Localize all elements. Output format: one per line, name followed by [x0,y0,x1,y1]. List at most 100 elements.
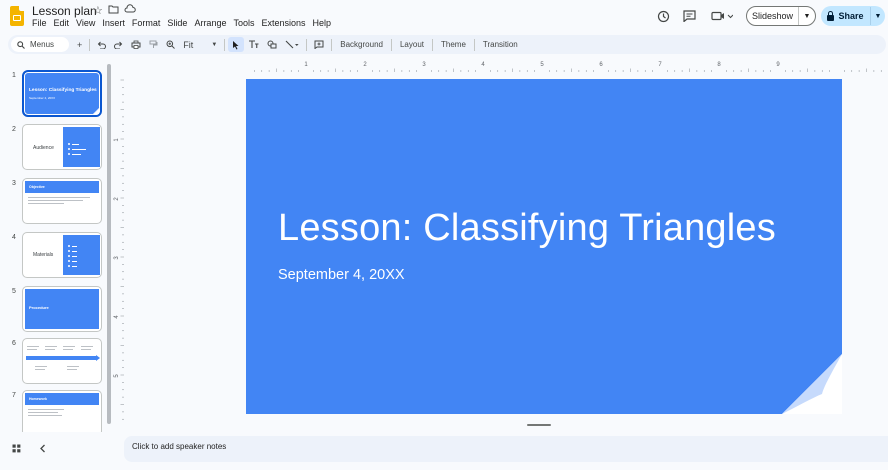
search-menus-button[interactable]: Menus [11,37,69,52]
toolbar: Menus + Fit ▼ Background Layout Theme Tr… [8,35,886,54]
zoom-select[interactable]: Fit ▼ [179,35,221,54]
arrow-icon [96,355,100,361]
ruler-label: 4 [481,62,485,68]
star-icon[interactable]: ☆ [93,4,103,17]
thumb-title: Materials [33,252,54,258]
chevron-down-icon[interactable]: ▼ [799,13,815,20]
ruler-label: 4 [114,315,120,319]
ruler-label: 3 [114,256,120,260]
print-icon[interactable] [127,35,145,54]
cloud-status-icon[interactable] [124,4,136,17]
menu-insert[interactable]: Insert [102,18,125,28]
thumb-panel: Procedure [25,289,99,329]
move-folder-icon[interactable] [108,4,119,17]
separator [89,38,91,51]
slide-thumbnail-5[interactable]: Procedure [22,286,102,332]
separator [224,38,226,51]
slide-canvas[interactable]: Lesson: Classifying Triangles September … [246,79,842,414]
menu-view[interactable]: View [76,18,95,28]
lock-icon [827,10,835,21]
ruler-label: 8 [717,62,721,68]
transition-button[interactable]: Transition [478,35,523,54]
slide-filmstrip: 1 Lesson: Classifying Triangles Septembe… [0,62,112,432]
slides-logo-icon[interactable] [10,6,24,26]
select-tool-icon[interactable] [228,37,245,52]
background-button[interactable]: Background [335,35,388,54]
notes-resize-handle[interactable] [527,424,551,426]
add-comment-icon[interactable] [310,35,328,54]
menu-extensions[interactable]: Extensions [261,18,305,28]
share-button[interactable]: Share ▼ [821,6,885,26]
menu-format[interactable]: Format [132,18,161,28]
ruler-label: 5 [540,62,544,68]
separator [473,38,475,51]
thumb-title: Procedure [29,305,49,310]
vertical-ruler: 1 2 3 4 5 [114,79,124,420]
menu-tools[interactable]: Tools [233,18,254,28]
slide-number: 1 [12,72,16,79]
grid-view-icon[interactable] [12,444,21,456]
slide-number: 7 [12,392,16,399]
menu-edit[interactable]: Edit [54,18,70,28]
menu-file[interactable]: File [32,18,47,28]
thumb-panel [63,127,100,167]
shape-icon[interactable] [263,35,281,54]
thumb-subtitle: September 4, 20XX [29,96,56,100]
ruler-label: 5 [114,374,120,378]
thumb-title: Audience [33,145,54,151]
separator [306,38,308,51]
slide-number: 5 [12,288,16,295]
slide-subtitle[interactable]: September 4, 20XX [278,267,405,283]
filmstrip-scrollbar[interactable] [107,64,111,424]
slideshow-button[interactable]: Slideshow ▼ [746,6,816,26]
search-icon [17,40,25,49]
slide-number: 2 [12,126,16,133]
chevron-down-icon[interactable]: ▼ [871,13,885,20]
comments-icon[interactable] [680,8,698,24]
slide-number: 3 [12,180,16,187]
new-slide-icon[interactable]: + [73,35,86,54]
menu-arrange[interactable]: Arrange [194,18,226,28]
document-title[interactable]: Lesson plan [32,4,97,18]
ruler-label: 6 [599,62,603,68]
paint-format-icon[interactable] [145,35,162,54]
thumb-title: Lesson: Classifying Triangles [29,88,97,93]
thumb-title: Homework [29,397,47,401]
redo-icon[interactable] [110,35,127,54]
separator [331,38,333,51]
undo-icon[interactable] [93,35,110,54]
slide-title[interactable]: Lesson: Classifying Triangles [278,207,776,250]
line-icon[interactable] [281,35,303,54]
menu-slide[interactable]: Slide [167,18,187,28]
thumb-header: Objective [25,181,99,193]
title-bar: Lesson plan ☆ File Edit View Insert Form… [0,0,888,34]
slide-thumbnail-7[interactable]: Homework [22,390,102,432]
meet-icon[interactable] [709,8,735,24]
thumb-panel [63,235,100,275]
slide-thumbnail-6[interactable] [22,338,102,384]
layout-button[interactable]: Layout [395,35,429,54]
slide-thumbnail-4[interactable]: Materials [22,232,102,278]
slide-thumbnail-1[interactable]: Lesson: Classifying Triangles September … [22,70,102,117]
speaker-notes-placeholder: Click to add speaker notes [132,442,227,451]
slideshow-label: Slideshow [747,7,799,25]
ruler-label: 2 [114,197,120,201]
thumb-timeline [26,356,96,360]
slide-thumbnail-3[interactable]: Objective [22,178,102,224]
ruler-label: 2 [363,62,367,68]
slide-thumbnail-2[interactable]: Audience [22,124,102,170]
zoom-icon[interactable] [162,35,179,54]
version-history-icon[interactable] [654,8,672,24]
speaker-notes[interactable]: Click to add speaker notes [124,436,888,462]
slide-number: 6 [12,340,16,347]
search-menus-label: Menus [30,40,55,49]
ruler-label: 9 [776,62,780,68]
ruler-label: 1 [114,138,120,142]
text-box-icon[interactable] [244,35,263,54]
collapse-filmstrip-icon[interactable] [39,444,47,456]
thumb-header: Homework [25,393,99,405]
menu-help[interactable]: Help [313,18,332,28]
slide-number: 4 [12,234,16,241]
horizontal-ruler: 1 2 3 4 5 6 7 8 9 [254,62,882,72]
theme-button[interactable]: Theme [436,35,471,54]
